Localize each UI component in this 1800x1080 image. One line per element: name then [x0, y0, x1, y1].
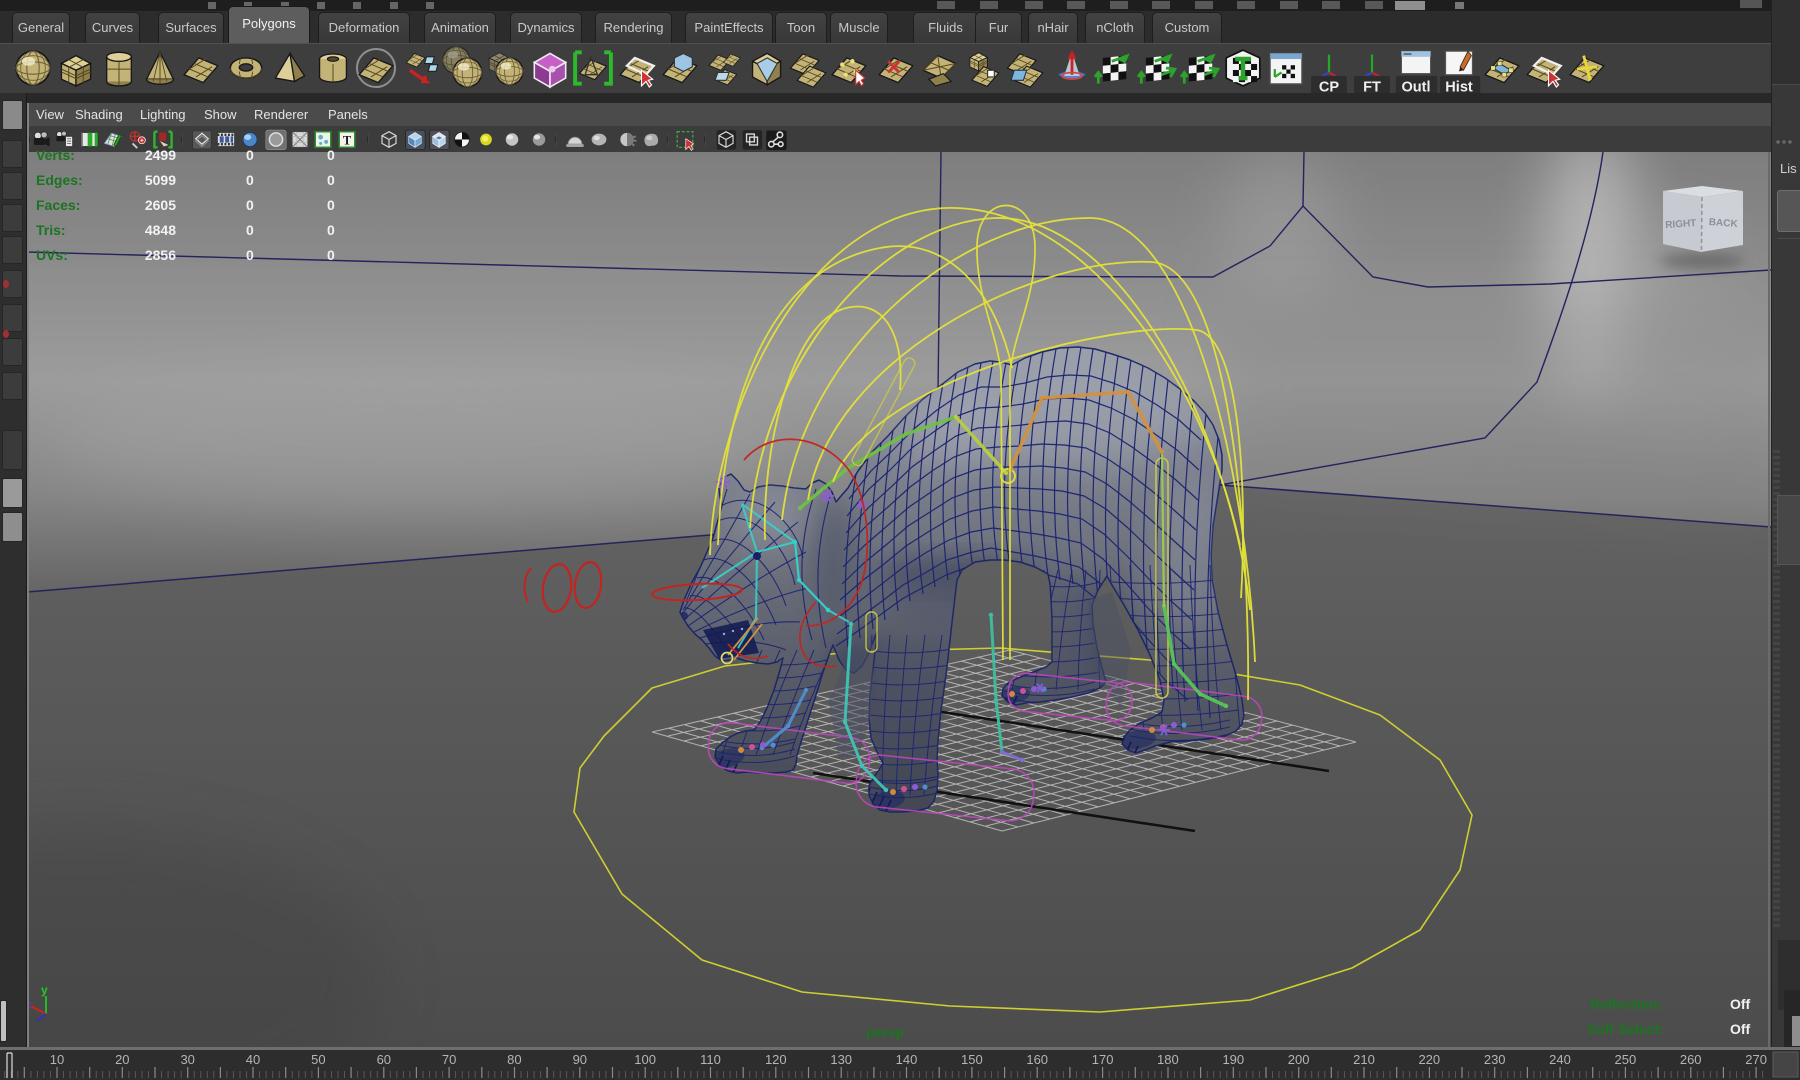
- svg-text:y: y: [41, 983, 48, 997]
- svg-text:200: 200: [1288, 1052, 1310, 1067]
- svg-text:240: 240: [1549, 1052, 1571, 1067]
- svg-text:160: 160: [1026, 1052, 1048, 1067]
- svg-text:170: 170: [1092, 1052, 1114, 1067]
- svg-text:RIGHT: RIGHT: [1665, 218, 1697, 231]
- svg-text:130: 130: [830, 1052, 852, 1067]
- svg-text:BACK: BACK: [1708, 217, 1738, 230]
- svg-text:20: 20: [115, 1052, 129, 1067]
- svg-text:140: 140: [896, 1052, 918, 1067]
- svg-text:260: 260: [1680, 1052, 1702, 1067]
- svg-text:30: 30: [180, 1052, 194, 1067]
- svg-text:180: 180: [1157, 1052, 1179, 1067]
- svg-text:10: 10: [50, 1052, 64, 1067]
- svg-text:90: 90: [573, 1052, 587, 1067]
- svg-text:210: 210: [1353, 1052, 1375, 1067]
- svg-text:230: 230: [1484, 1052, 1506, 1067]
- svg-text:50: 50: [311, 1052, 325, 1067]
- svg-text:40: 40: [246, 1052, 260, 1067]
- svg-text:T: T: [343, 134, 352, 148]
- svg-text:150: 150: [961, 1052, 983, 1067]
- svg-text:80: 80: [507, 1052, 521, 1067]
- svg-text:190: 190: [1222, 1052, 1244, 1067]
- svg-text:120: 120: [765, 1052, 787, 1067]
- svg-text:250: 250: [1615, 1052, 1637, 1067]
- svg-text:70: 70: [442, 1052, 456, 1067]
- svg-text:100: 100: [634, 1052, 656, 1067]
- svg-text:220: 220: [1418, 1052, 1440, 1067]
- svg-text:110: 110: [700, 1052, 721, 1067]
- svg-text:60: 60: [377, 1052, 391, 1067]
- svg-text:270: 270: [1745, 1052, 1767, 1067]
